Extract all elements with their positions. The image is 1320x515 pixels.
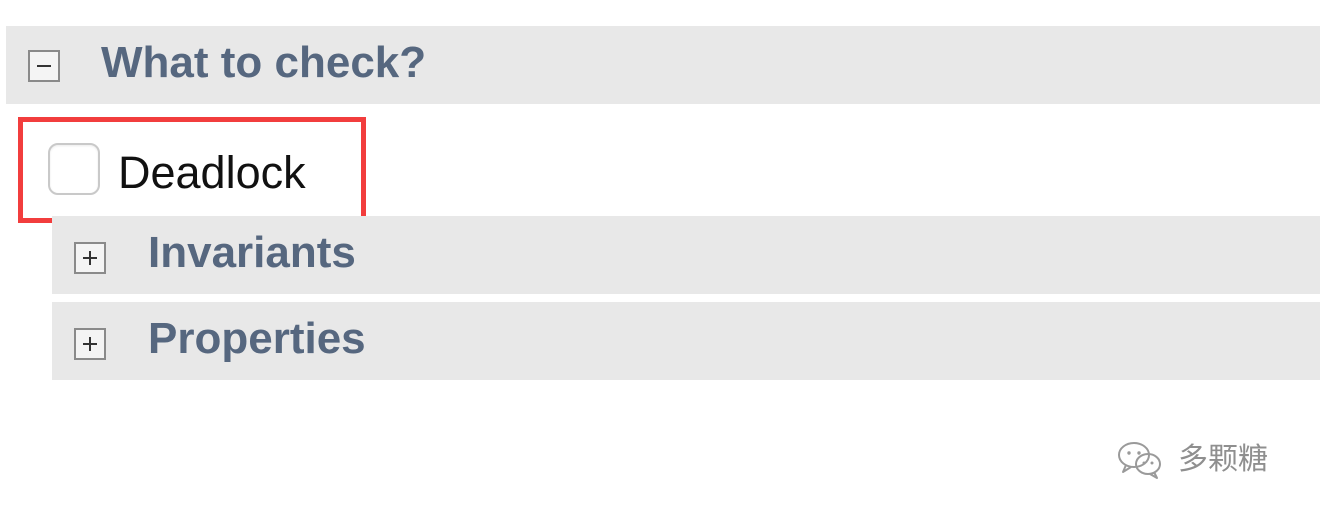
watermark-text: 多颗糖 [1178, 442, 1268, 477]
expand-toggle-button[interactable] [74, 242, 106, 274]
collapse-toggle-button[interactable] [28, 50, 60, 82]
minus-icon [37, 65, 51, 67]
section-what-to-check: What to check? [6, 26, 1320, 104]
section-title-properties: Properties [148, 314, 366, 363]
watermark: 多颗糖 [1112, 437, 1312, 483]
section-title-invariants: Invariants [148, 228, 356, 277]
deadlock-label[interactable]: Deadlock [118, 150, 306, 195]
plus-icon-vertical [89, 337, 91, 351]
section-properties: Properties [52, 302, 1320, 380]
deadlock-checkbox[interactable] [48, 143, 100, 195]
expand-toggle-button[interactable] [74, 328, 106, 360]
wechat-icon [1118, 442, 1161, 479]
section-invariants: Invariants [52, 216, 1320, 294]
section-title-what-to-check: What to check? [101, 38, 427, 87]
plus-icon-vertical [89, 251, 91, 265]
model-checking-options-page: What to check? Deadlock Invariants Prope… [0, 0, 1320, 515]
